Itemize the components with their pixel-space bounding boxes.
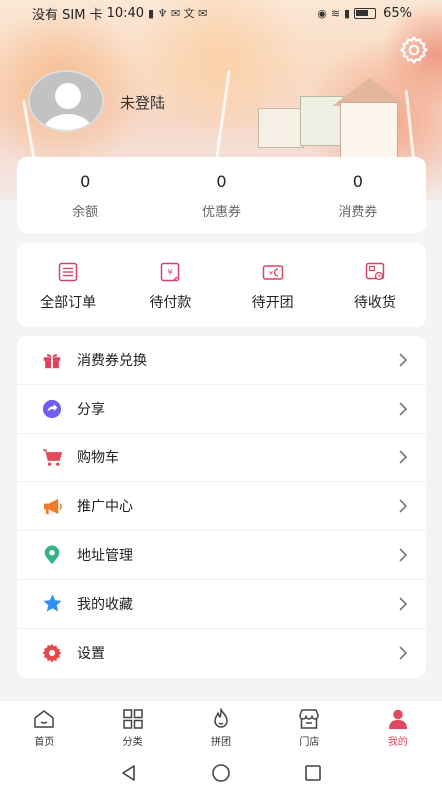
tab-label: 拼团	[211, 737, 232, 748]
chevron-right-icon	[399, 646, 408, 660]
menu-list: 消费券兑换 分享 购物车 推广中心 地址管理 我的收藏 设置	[17, 336, 426, 678]
menu-label: 设置	[77, 646, 105, 663]
balance-stats-card: 0 余额 0 优惠券 0 消费券	[17, 157, 426, 233]
recents-icon[interactable]	[303, 763, 323, 783]
battery-level: 65%	[383, 5, 412, 21]
location-pin-icon	[44, 545, 60, 565]
menu-label: 购物车	[77, 450, 119, 467]
star-icon	[42, 594, 62, 612]
tab-label: 我的	[387, 737, 408, 748]
back-icon[interactable]	[119, 763, 139, 783]
order-label: 待收货	[353, 295, 396, 311]
order-pending-group[interactable]: ¥ 待开团	[222, 243, 324, 327]
gear-icon	[42, 644, 62, 663]
menu-item-settings[interactable]: 设置	[17, 629, 426, 678]
order-all[interactable]: 全部订单	[17, 243, 119, 327]
store-icon	[299, 709, 320, 729]
chevron-right-icon	[399, 499, 408, 513]
menu-label: 我的收藏	[77, 596, 133, 613]
package-icon	[365, 262, 385, 281]
menu-item-share[interactable]: 分享	[17, 385, 426, 434]
menu-label: 推广中心	[77, 499, 133, 516]
list-icon	[58, 262, 78, 282]
tab-home[interactable]: 首页	[0, 701, 88, 754]
notification-icon: ▮ ♆ ✉ 文 ✉	[148, 7, 208, 20]
orders-card: 全部订单 ¥ 待付款 ¥ 待开团 待收货	[17, 243, 426, 327]
cart-icon	[42, 449, 62, 466]
tab-label: 门店	[299, 737, 320, 748]
battery-icon	[354, 7, 377, 19]
menu-label: 分享	[77, 401, 105, 418]
stat-value: 0	[216, 172, 227, 191]
chevron-right-icon	[399, 548, 408, 562]
chevron-right-icon	[399, 353, 408, 367]
carrier-text: 没有 SIM 卡	[32, 7, 103, 23]
chevron-right-icon	[399, 450, 408, 465]
menu-label: 消费券兑换	[77, 352, 147, 369]
menu-item-favorites[interactable]: 我的收藏	[17, 580, 426, 629]
order-label: 全部订单	[40, 295, 97, 311]
menu-item-promotion-center[interactable]: 推广中心	[17, 482, 426, 532]
tab-label: 首页	[34, 737, 55, 748]
avatar[interactable]	[28, 70, 104, 132]
wifi-icon: ≋	[330, 6, 341, 20]
svg-text:¥: ¥	[269, 270, 273, 278]
gift-icon	[43, 353, 61, 369]
yen-card-icon: ¥	[161, 262, 180, 282]
tab-store[interactable]: 门店	[265, 701, 353, 754]
stat-label: 消费券	[338, 205, 378, 220]
tab-mine[interactable]: 我的	[354, 701, 442, 754]
stat-label: 优惠券	[201, 205, 241, 220]
menu-item-voucher-exchange[interactable]: 消费券兑换	[17, 336, 426, 385]
home-circle-icon[interactable]	[211, 763, 231, 783]
bottom-tab-bar: 首页 分类 拼团 门店 我的	[0, 700, 442, 754]
eye-icon: ◉	[317, 6, 327, 20]
house-illustration	[258, 108, 304, 148]
tab-group-buy[interactable]: 拼团	[177, 701, 265, 754]
settings-gear-button[interactable]	[398, 34, 430, 66]
order-pending-payment[interactable]: ¥ 待付款	[119, 243, 221, 327]
grid-icon	[122, 709, 143, 729]
chevron-right-icon	[399, 402, 408, 416]
tab-category[interactable]: 分类	[88, 701, 176, 754]
share-icon	[42, 399, 62, 418]
stat-coupons[interactable]: 0 优惠券	[153, 157, 289, 233]
system-navigation-bar	[0, 754, 442, 792]
order-label: 待开团	[251, 295, 294, 311]
order-pending-receipt[interactable]: 待收货	[324, 243, 426, 327]
menu-item-cart[interactable]: 购物车	[17, 434, 426, 483]
svg-text:¥: ¥	[168, 268, 173, 277]
menu-item-address[interactable]: 地址管理	[17, 531, 426, 580]
chevron-right-icon	[399, 597, 408, 611]
stat-value: 0	[352, 172, 363, 191]
home-icon	[34, 710, 54, 728]
flame-icon	[214, 708, 228, 728]
stat-value: 0	[80, 172, 91, 191]
megaphone-icon	[43, 498, 62, 514]
gear-icon	[400, 36, 428, 64]
alert-icon: ▮	[344, 6, 351, 20]
stat-label: 余额	[72, 205, 99, 220]
clock: 10:40	[106, 5, 145, 21]
order-label: 待付款	[149, 295, 192, 311]
status-bar: 没有 SIM 卡 10:40 ▮ ♆ ✉ 文 ✉ ◉ ≋ ▮ 65%	[0, 0, 442, 26]
stat-vouchers[interactable]: 0 消费券	[290, 157, 426, 233]
person-icon	[388, 709, 407, 729]
login-prompt[interactable]: 未登陆	[120, 92, 165, 113]
menu-label: 地址管理	[77, 548, 133, 565]
tab-label: 分类	[122, 737, 143, 748]
stat-balance[interactable]: 0 余额	[17, 157, 153, 233]
wallet-icon: ¥	[262, 265, 283, 280]
